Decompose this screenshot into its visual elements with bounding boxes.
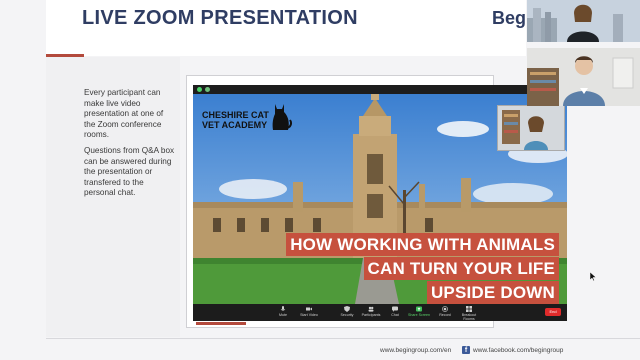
facebook-icon: f <box>462 346 470 354</box>
record-button[interactable]: Record <box>433 306 457 317</box>
breakout-rooms-icon <box>466 306 472 312</box>
slide-description: Every participant can make live video pr… <box>84 88 176 204</box>
headline-line: HOW WORKING WITH ANIMALS <box>286 233 559 256</box>
headline-line: CAN TURN YOUR LIFE <box>363 257 559 280</box>
slide-headline: HOW WORKING WITH ANIMALS CAN TURN YOUR L… <box>241 232 559 304</box>
shield-icon <box>344 306 350 312</box>
toolbar-label: Chat <box>391 313 399 317</box>
participant-video-1[interactable] <box>527 0 640 42</box>
footer-divider <box>46 338 640 339</box>
cat-silhouette-icon <box>272 104 292 130</box>
participant-video-image <box>527 48 640 106</box>
breakout-rooms-button[interactable]: Breakout Rooms <box>457 306 481 321</box>
presenter-thumbnail-image <box>498 106 564 150</box>
zoom-titlebar <box>193 85 567 94</box>
toolbar-label: Share Screen <box>408 313 430 317</box>
participants-icon <box>368 306 374 312</box>
academy-label-line: VET ACADEMY <box>202 120 268 130</box>
zoom-meeting-window: CHESHIRE CAT VET ACADEMY HOW WORKING WIT… <box>193 85 567 321</box>
security-button[interactable]: Security <box>335 306 359 317</box>
toolbar-label: Mute <box>279 313 287 317</box>
record-icon <box>442 306 448 312</box>
microphone-icon <box>280 306 286 311</box>
end-meeting-button[interactable]: End <box>545 308 561 316</box>
chat-button[interactable]: Chat <box>383 306 407 317</box>
participants-button[interactable]: Participants <box>359 306 383 317</box>
share-screen-icon <box>416 306 422 312</box>
toolbar-label: Participants <box>361 313 381 317</box>
description-paragraph: Questions from Q&A box can be answered d… <box>84 145 175 198</box>
share-screen-button[interactable]: Share Screen <box>407 306 431 317</box>
start-video-button[interactable]: Start Video <box>297 306 321 317</box>
video-camera-icon <box>306 307 312 311</box>
academy-label: CHESHIRE CAT VET ACADEMY <box>202 110 269 130</box>
toolbar-label: Start Video <box>300 313 318 317</box>
chat-icon <box>392 306 398 312</box>
website-link[interactable]: www.begingroup.com/en <box>380 347 451 354</box>
participant-video-2[interactable] <box>527 48 640 106</box>
participant-video-image <box>527 0 640 42</box>
headline-line: UPSIDE DOWN <box>426 281 559 304</box>
description-paragraph: Every participant can make live video pr… <box>84 88 164 140</box>
presenter-video-thumbnail[interactable] <box>497 105 565 151</box>
toolbar-label: Breakout Rooms <box>461 313 477 321</box>
mouse-cursor-icon <box>590 272 596 281</box>
shared-screen: CHESHIRE CAT VET ACADEMY HOW WORKING WIT… <box>193 94 567 304</box>
academy-label-line: CHESHIRE CAT <box>202 110 269 120</box>
toolbar-label: Security <box>340 313 354 317</box>
zoom-toolbar: Mute Start Video Security Participants C… <box>193 304 567 321</box>
toolbar-label: Record <box>439 313 451 317</box>
facebook-link[interactable]: www.facebook.com/begingroup <box>473 347 563 354</box>
window-control-icon[interactable] <box>205 87 210 92</box>
frame-accent-bar <box>196 322 246 325</box>
mute-button[interactable]: Mute <box>271 306 295 317</box>
window-control-icon[interactable] <box>197 87 202 92</box>
slide-title: LIVE ZOOM PRESENTATION <box>82 7 358 29</box>
